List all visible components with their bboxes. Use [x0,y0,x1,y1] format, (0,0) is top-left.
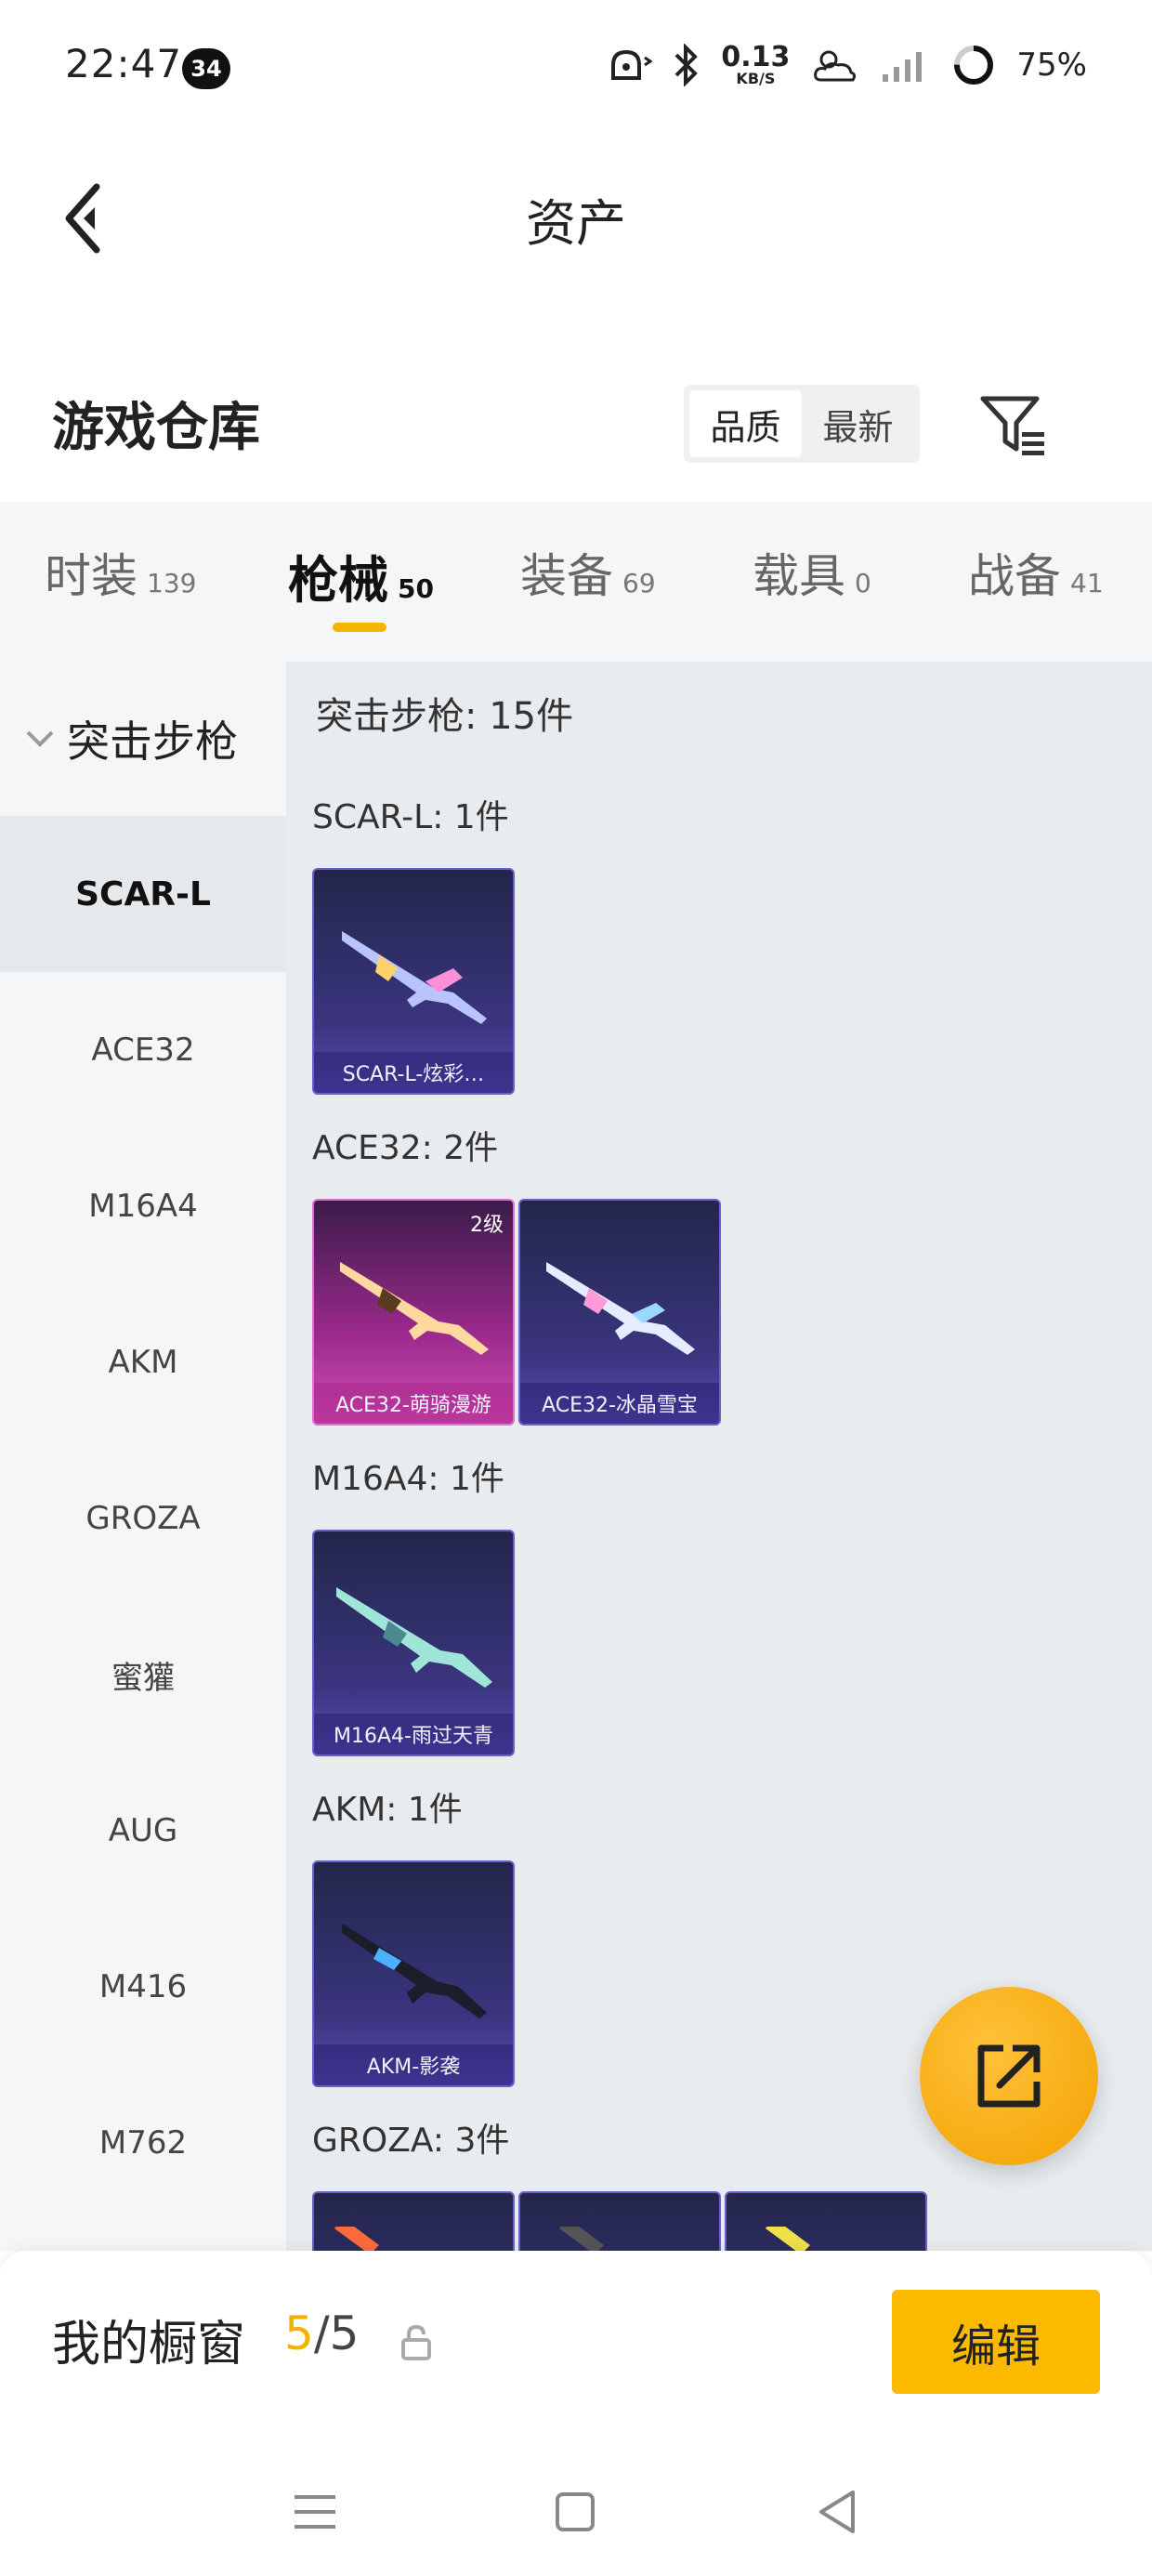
sidebar-item-akm[interactable]: AKM [0,1284,286,1440]
filter-button[interactable] [977,388,1052,463]
card-row-ace32: 2级 ACE32-萌骑漫游 ACE32-冰晶雪宝 [312,1199,721,1426]
tab-label: 枪械 [288,551,388,610]
tab-firearms[interactable]: 枪械 50 [288,539,434,612]
vibrate-alarm-icon [606,45,653,85]
sidebar-item-scar-l[interactable]: SCAR-L [0,816,286,972]
group-label-m16a4: M16A4: 1件 [312,1460,504,1498]
sort-quality-option[interactable]: 品质 [689,390,802,457]
network-speed: 0.13 KB/S [721,44,790,86]
back-triangle-icon [819,2491,855,2533]
weapon-card-name: ACE32-冰晶雪宝 [520,1383,719,1424]
lock-icon [401,2324,431,2360]
menu-icon [295,2495,335,2529]
group-label-ace32: ACE32: 2件 [312,1129,499,1167]
rifle-skin-image [342,1924,487,2018]
weapon-card-name: M16A4-雨过天青 [314,1714,513,1755]
rifle-skin-image [336,1587,492,1688]
showcase-total: /5 [313,2307,360,2360]
rifle-skin-image [334,2227,379,2251]
edit-button[interactable]: 编辑 [892,2290,1100,2394]
bluetooth-icon [673,44,700,86]
card-row-groza [312,2191,927,2251]
tab-label: 载具 [753,549,845,603]
home-square-icon [556,2492,595,2531]
category-total: 突击步枪: 15件 [316,695,574,738]
sidebar-item-groza[interactable]: GROZA [0,1440,286,1597]
battery-percent: 75% [1016,46,1087,84]
rifle-skin-image [559,2227,604,2251]
sidebar-item-m416[interactable]: M416 [0,1909,286,2065]
sort-toggle: 品质 最新 [684,385,920,463]
signal-icon [879,45,931,85]
weapon-card[interactable] [312,2191,515,2251]
sidebar-item-ace32[interactable]: ACE32 [0,972,286,1128]
sidebar-item-m762[interactable]: M762 [0,2065,286,2221]
net-speed-unit: KB/S [736,70,776,87]
weapon-card[interactable]: AKM-影袭 [312,1860,515,2087]
notification-count-badge: 34 [182,48,230,89]
status-icons: 0.13 KB/S 75% [606,37,1087,93]
weapon-card[interactable]: M16A4-雨过天青 [312,1530,515,1756]
tab-count: 69 [622,568,656,598]
tab-battle-prep[interactable]: 战备 41 [968,539,1104,606]
sidebar-group-assault-rifles[interactable]: 突击步枪 [0,662,286,816]
showcase-current: 5 [284,2307,314,2360]
weapon-card-name: SCAR-L-炫彩… [314,1052,513,1093]
weapon-card[interactable]: 2级 ACE32-萌骑漫游 [312,1199,515,1426]
system-nav-bar [0,2446,1152,2576]
menu-button[interactable] [282,2479,347,2544]
battery-ring-icon [951,43,996,87]
tab-label: 战备 [968,549,1061,603]
weapon-card[interactable]: ACE32-冰晶雪宝 [518,1199,721,1426]
tab-fashion[interactable]: 时装 139 [45,539,196,606]
weapon-card[interactable] [725,2191,927,2251]
back-nav-button[interactable] [805,2479,870,2544]
group-label-scar-l: SCAR-L: 1件 [312,798,509,836]
rifle-skin-image [546,1262,695,1355]
group-label-akm: AKM: 1件 [312,1791,463,1829]
top-bar: 资产 [0,139,1152,297]
weapon-type-sidebar: 突击步枪 SCAR-L ACE32 M16A4 AKM GROZA 蜜獾 AUG… [0,662,286,2251]
category-tabs: 时装 139 枪械 50 装备 69 载具 0 战备 41 [0,502,1152,662]
filter-icon [980,396,1044,455]
sidebar-item-honey-badger[interactable]: 蜜獾 [0,1597,286,1753]
weapon-card-name: AKM-影袭 [314,2044,513,2085]
showcase-bar: 我的橱窗 5/5 编辑 [0,2251,1152,2446]
share-export-button[interactable] [920,1987,1098,2165]
warehouse-title: 游戏仓库 [52,398,260,458]
page-title: 资产 [526,194,626,253]
rifle-skin-image [342,931,487,1024]
showcase-label: 我的橱窗 [52,2317,246,2372]
card-row-m16a4: M16A4-雨过天青 [312,1530,515,1756]
tab-count: 41 [1070,568,1104,598]
active-tab-indicator [333,623,386,632]
sidebar-item-aug[interactable]: AUG [0,1753,286,1909]
status-time: 22:47 [65,41,183,86]
tab-label: 时装 [45,549,137,603]
rifle-skin-image [766,2227,810,2251]
weather-icon [810,45,858,85]
tab-equipment[interactable]: 装备 69 [520,539,656,606]
sidebar-item-m16a4[interactable]: M16A4 [0,1128,286,1284]
tab-count: 0 [855,568,871,598]
group-label-groza: GROZA: 3件 [312,2122,510,2160]
sort-newest-option[interactable]: 最新 [802,390,914,457]
net-speed-value: 0.13 [721,41,791,73]
weapon-card-name: ACE32-萌骑漫游 [314,1383,513,1424]
tab-count: 139 [147,568,197,598]
weapon-card[interactable] [518,2191,721,2251]
status-bar: 22:47 34 0.13 KB/S 75% [0,0,1152,139]
chevron-down-icon [26,730,54,747]
card-row-scar-l: SCAR-L-炫彩… [312,868,515,1095]
home-button[interactable] [543,2479,608,2544]
tab-count: 50 [398,573,434,604]
tab-vehicles[interactable]: 载具 0 [753,539,871,606]
card-row-akm: AKM-影袭 [312,1860,515,2087]
sidebar-group-label: 突击步枪 [67,716,238,767]
tab-label: 装备 [520,549,613,603]
weapon-card[interactable]: SCAR-L-炫彩… [312,868,515,1095]
share-export-icon [977,2044,1041,2108]
showcase-count: 5/5 [284,2307,359,2360]
rifle-skin-image [340,1262,489,1355]
